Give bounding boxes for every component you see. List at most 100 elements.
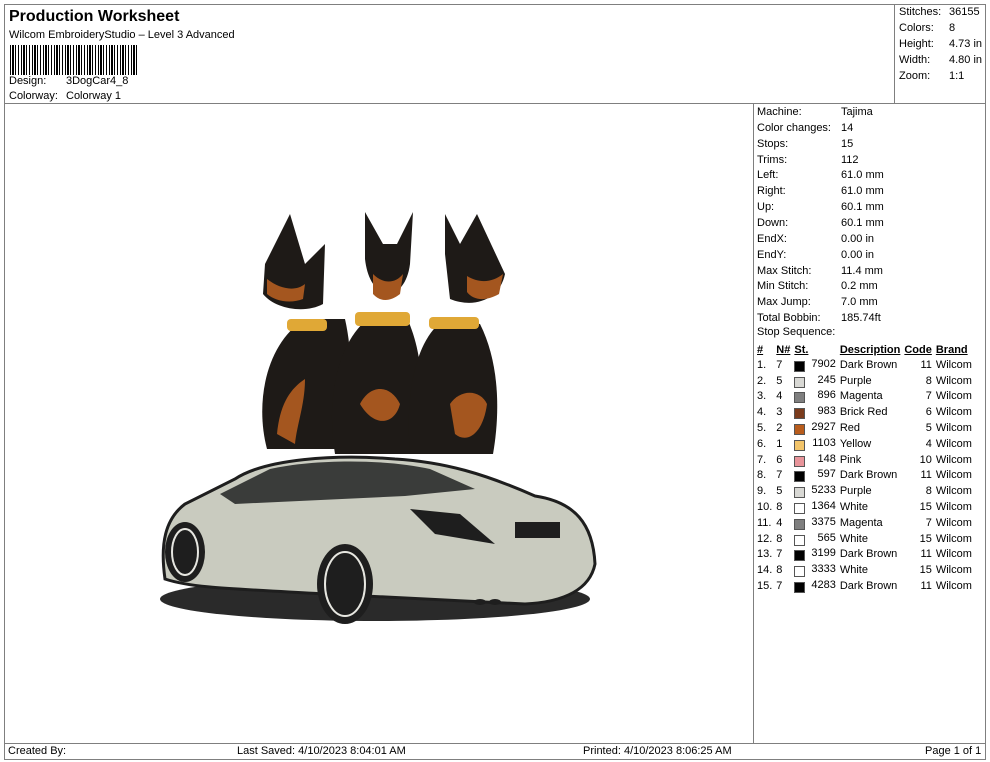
- col-header-brand: Brand: [935, 343, 968, 356]
- row-description: White: [839, 501, 868, 514]
- stitch-count: 2927: [811, 421, 836, 434]
- info-row: Trims: 112: [757, 152, 859, 168]
- table-header-row: # N# St. Description Code Brand: [755, 342, 974, 357]
- row-needle: 8: [776, 564, 783, 577]
- row-brand: Wilcom: [935, 422, 972, 435]
- row-index: 12.: [757, 532, 773, 545]
- color-swatch: [794, 424, 806, 436]
- info-value: 61.0 mm: [841, 185, 884, 197]
- color-swatch: [794, 471, 806, 483]
- row-index: 4.: [757, 406, 767, 419]
- row-description: Brick Red: [839, 406, 888, 419]
- table-row: 7. 6 148 Pink 10 Wilcom: [755, 452, 974, 468]
- design-label: Design:: [9, 75, 47, 87]
- row-index: 1.: [757, 358, 767, 371]
- col-header-stitches: St.: [794, 343, 809, 356]
- row-code: 5: [925, 422, 932, 435]
- info-row: Color changes: 14: [757, 120, 853, 136]
- row-stitches: 5233: [792, 483, 837, 499]
- info-value: 15: [841, 138, 854, 150]
- info-row: EndX: 0.00 in: [757, 231, 874, 247]
- stitch-count: 565: [817, 531, 836, 544]
- stitch-count: 983: [817, 405, 836, 418]
- table-row: 5. 2 2927 Red 5 Wilcom: [755, 420, 974, 436]
- stat-value: 1:1: [949, 70, 965, 82]
- row-code: 11: [920, 358, 932, 371]
- row-stitches: 2927: [792, 420, 837, 436]
- table-row: 2. 5 245 Purple 8 Wilcom: [755, 373, 974, 389]
- color-swatch: [794, 534, 806, 546]
- stitch-count: 1364: [811, 500, 836, 513]
- table-row: 11. 4 3375 Magenta 7 Wilcom: [755, 515, 974, 531]
- stat-value: 36155: [949, 6, 980, 18]
- row-description: Pink: [839, 453, 862, 466]
- row-brand: Wilcom: [935, 453, 972, 466]
- color-swatch: [794, 439, 806, 451]
- info-value: 0.2 mm: [841, 280, 878, 292]
- row-needle: 8: [776, 501, 783, 514]
- stat-value: 4.73 in: [949, 38, 983, 50]
- col-header-index: #: [757, 343, 764, 356]
- row-brand: Wilcom: [935, 516, 972, 529]
- table-row: 9. 5 5233 Purple 8 Wilcom: [755, 483, 974, 499]
- row-brand: Wilcom: [935, 374, 972, 387]
- col-header-code: Code: [904, 343, 932, 356]
- info-label: Up:: [757, 201, 775, 213]
- embroidery-design-image: [160, 212, 597, 624]
- dog-right-collar: [429, 317, 479, 329]
- row-code: 7: [925, 390, 932, 403]
- last-saved: Last Saved: 4/10/2023 8:04:01 AM: [237, 745, 406, 757]
- row-brand: Wilcom: [935, 358, 972, 371]
- info-row: Total Bobbin: 185.74ft: [757, 310, 881, 326]
- design-value: 3DogCar4_8: [66, 75, 129, 87]
- stitch-count: 3375: [811, 515, 836, 528]
- dog-middle-head: [365, 212, 413, 294]
- info-value: 7.0 mm: [841, 296, 878, 308]
- software-name: Wilcom EmbroideryStudio – Level 3 Advanc…: [9, 29, 235, 41]
- row-brand: Wilcom: [935, 390, 972, 403]
- row-index: 9.: [757, 485, 767, 498]
- row-stitches: 3375: [792, 515, 837, 531]
- color-swatch: [794, 376, 806, 388]
- row-needle: 4: [776, 390, 783, 403]
- color-swatch: [794, 455, 806, 467]
- info-label: EndX:: [757, 233, 787, 245]
- info-row: Down: 60.1 mm: [757, 215, 884, 231]
- row-brand: Wilcom: [935, 532, 972, 545]
- car-license-plate: [515, 522, 560, 538]
- color-swatch: [794, 566, 806, 578]
- info-label: Max Stitch:: [757, 265, 812, 277]
- info-row: Max Stitch: 11.4 mm: [757, 263, 883, 279]
- row-brand: Wilcom: [935, 469, 972, 482]
- table-row: 12. 8 565 White 15 Wilcom: [755, 531, 974, 547]
- info-row: Right: 61.0 mm: [757, 183, 884, 199]
- colorway-value: Colorway 1: [66, 90, 122, 102]
- stat-value: 4.80 in: [949, 54, 983, 66]
- stitch-count: 4283: [811, 579, 836, 592]
- row-brand: Wilcom: [935, 406, 972, 419]
- row-stitches: 148: [792, 452, 837, 468]
- info-label: Machine:: [757, 106, 802, 118]
- stat-row: Stitches: 36155: [899, 6, 980, 18]
- row-needle: 5: [776, 374, 783, 387]
- row-code: 8: [925, 374, 932, 387]
- car-exhaust: [474, 599, 486, 605]
- row-description: Dark Brown: [839, 358, 898, 371]
- colorway-row: Colorway: Colorway 1: [9, 90, 121, 102]
- page-title: Production Worksheet: [9, 8, 180, 25]
- info-row: EndY: 0.00 in: [757, 247, 874, 263]
- row-code: 15: [919, 532, 932, 545]
- row-index: 3.: [757, 390, 767, 403]
- table-row: 8. 7 597 Dark Brown 11 Wilcom: [755, 468, 974, 484]
- stitch-count: 3199: [811, 547, 836, 560]
- row-stitches: 1103: [792, 436, 837, 452]
- info-value: 0.00 in: [841, 249, 875, 261]
- info-label: Right:: [757, 185, 786, 197]
- row-index: 14.: [757, 564, 773, 577]
- info-label: Min Stitch:: [757, 280, 809, 292]
- row-stitches: 4283: [792, 578, 837, 594]
- worksheet-header: Production Worksheet Wilcom EmbroiderySt…: [4, 4, 895, 104]
- row-code: 4: [925, 437, 932, 450]
- stat-row: Width: 4.80 in: [899, 54, 982, 66]
- info-label: Trims:: [757, 154, 788, 166]
